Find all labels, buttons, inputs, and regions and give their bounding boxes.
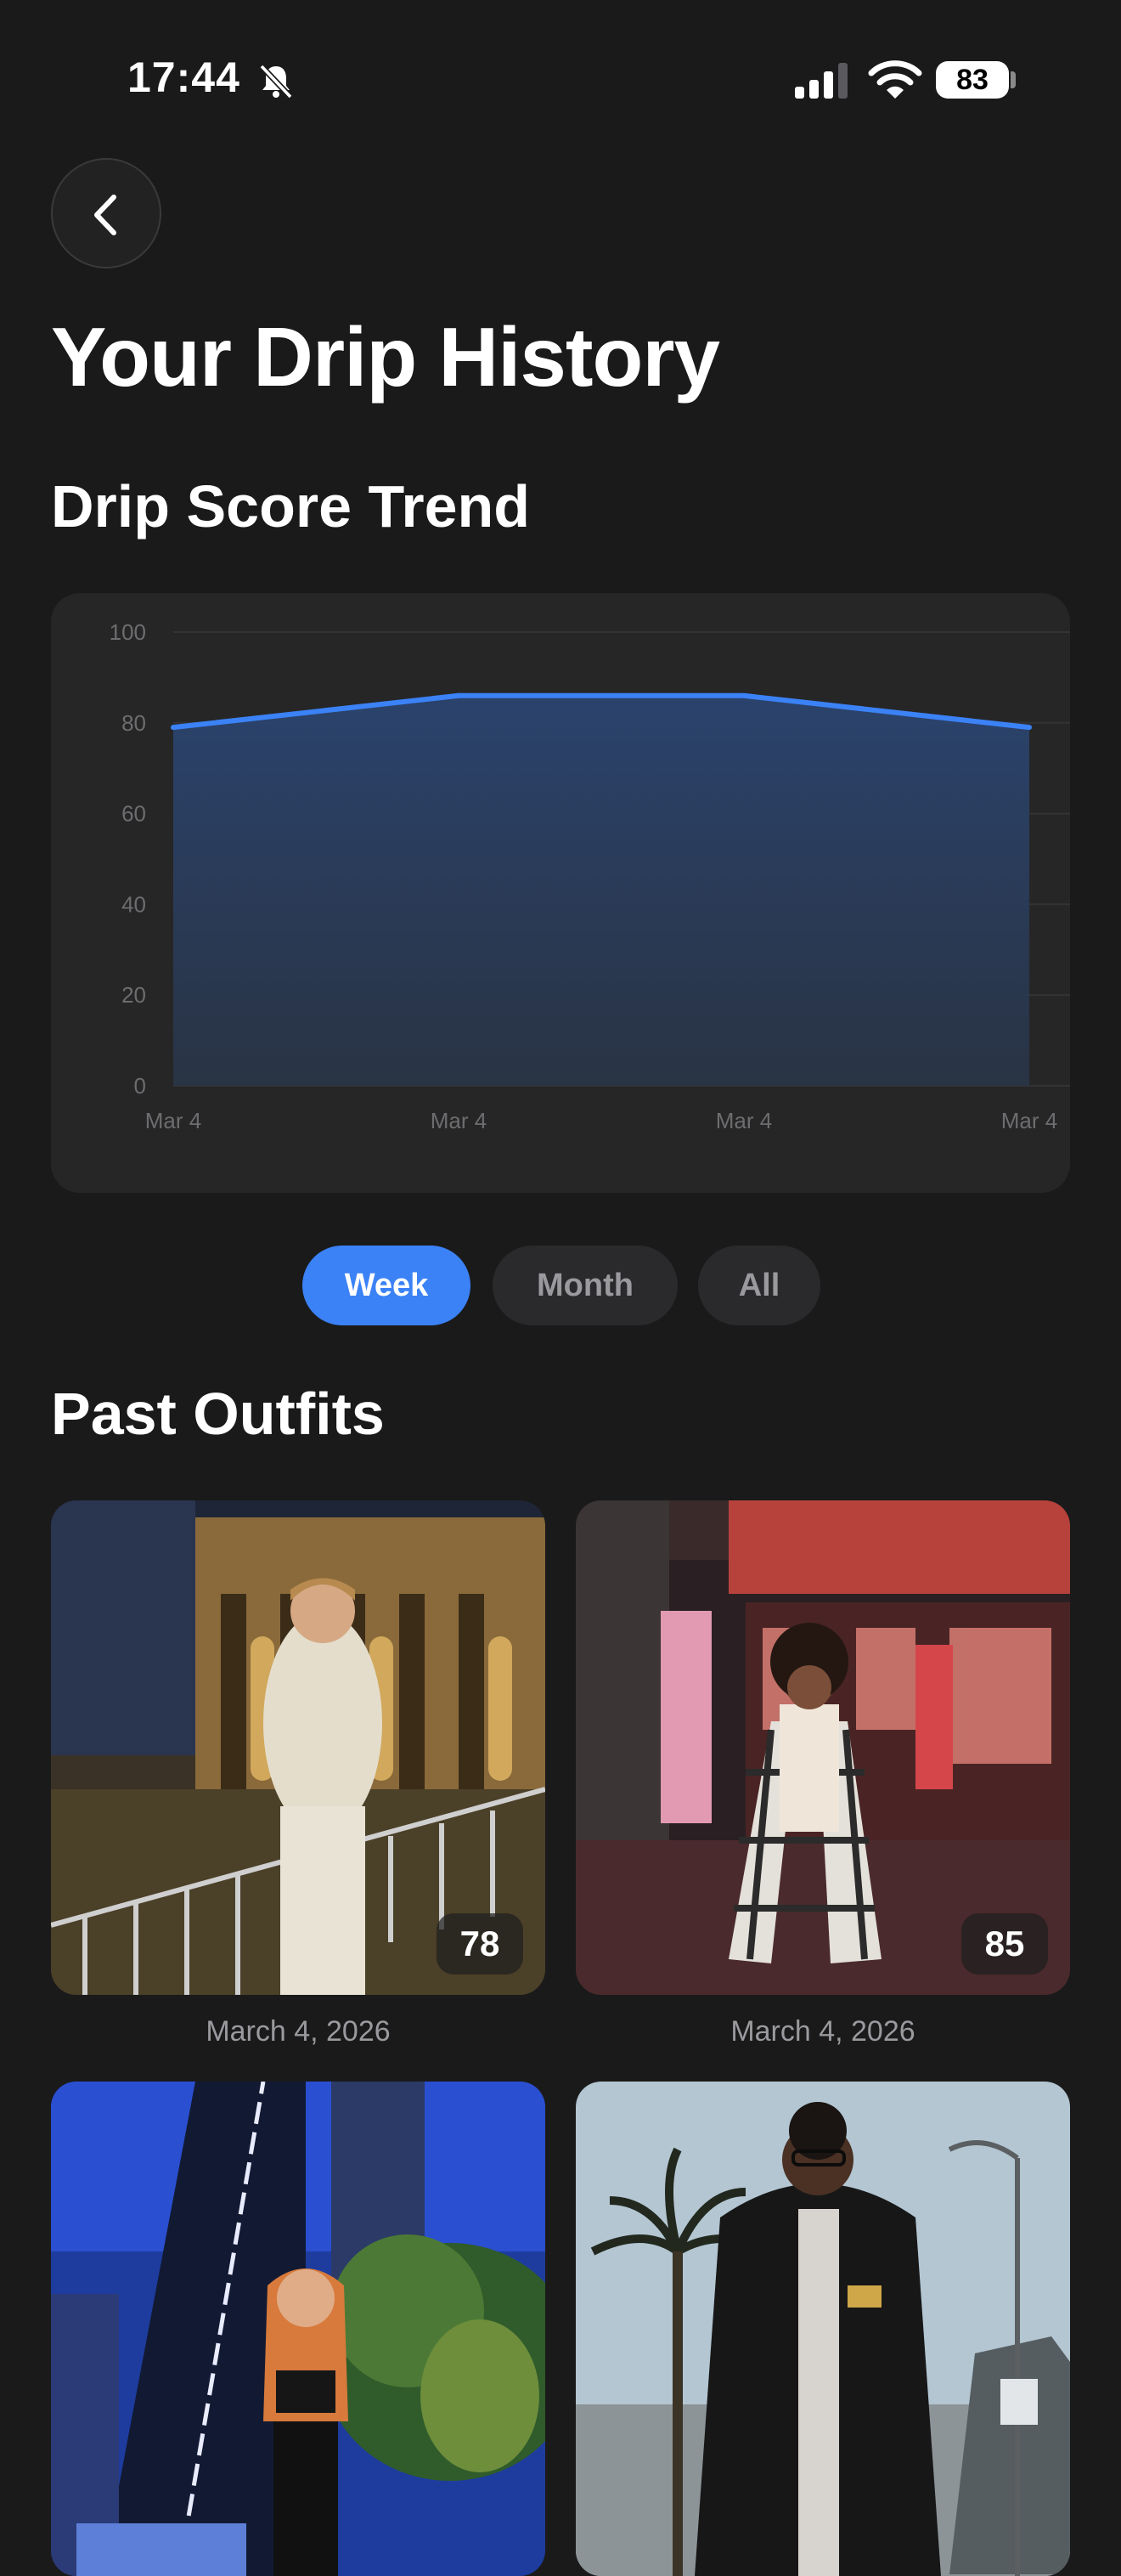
outfit-date: March 4, 2026 [206, 2015, 391, 2048]
filter-all[interactable]: All [698, 1246, 820, 1325]
outfit-card[interactable]: 78 [51, 1500, 545, 1995]
x-tick-label: Mar 4 [145, 1108, 201, 1133]
status-time: 17:44 [127, 54, 240, 101]
back-button[interactable] [51, 158, 161, 268]
chevron-left-icon [94, 195, 116, 235]
trend-heading: Drip Score Trend [51, 473, 531, 539]
y-tick-label: 80 [121, 710, 146, 736]
outfit-card[interactable] [576, 2082, 1070, 2576]
data-point [456, 692, 461, 698]
page-title: Your Drip History [51, 310, 720, 404]
drip-score-chart: 0 20 40 60 80 100 Mar 4 Mar 4 Mar 4 Mar 4 [51, 593, 1070, 1193]
outfit-card[interactable] [51, 2082, 545, 2576]
y-tick-label: 60 [121, 801, 146, 827]
battery-level: 83 [936, 61, 1009, 99]
y-tick-label: 20 [121, 982, 146, 1008]
outfit-photo [51, 2082, 545, 2576]
filter-week[interactable]: Week [302, 1246, 470, 1325]
bell-muted-icon [259, 64, 293, 99]
past-outfits-heading: Past Outfits [51, 1381, 385, 1447]
outfit-date: March 4, 2026 [730, 2015, 915, 2048]
wifi-icon [868, 60, 922, 99]
data-point [171, 725, 176, 731]
filter-month[interactable]: Month [493, 1246, 678, 1325]
battery-icon [1011, 71, 1016, 88]
y-tick-label: 40 [121, 891, 146, 917]
outfit-photo [576, 2082, 1070, 2576]
cellular-signal-icon [795, 63, 848, 99]
data-point [741, 692, 746, 698]
x-tick-label: Mar 4 [431, 1108, 487, 1133]
y-tick-label: 100 [110, 619, 146, 645]
drip-score-badge: 85 [961, 1913, 1048, 1974]
x-tick-label: Mar 4 [716, 1108, 772, 1133]
y-tick-label: 0 [134, 1073, 146, 1099]
drip-score-badge: 78 [437, 1913, 523, 1974]
x-tick-label: Mar 4 [1001, 1108, 1057, 1133]
area-fill [173, 695, 1029, 1086]
outfit-card[interactable]: 85 [576, 1500, 1070, 1995]
data-point [1027, 725, 1032, 731]
